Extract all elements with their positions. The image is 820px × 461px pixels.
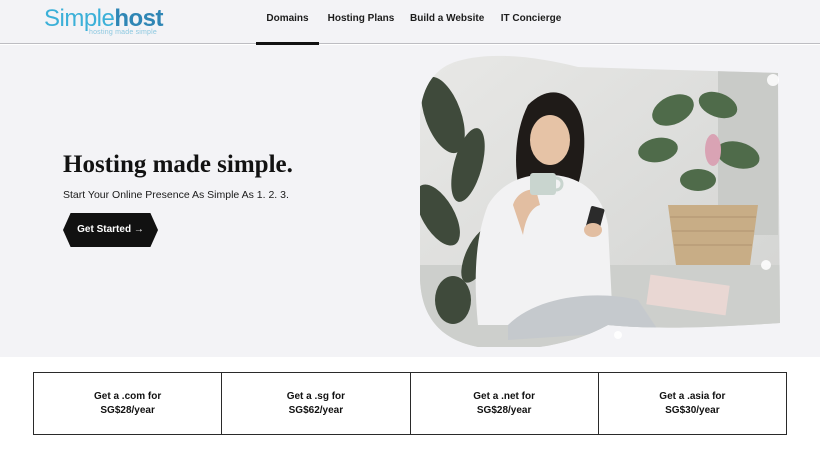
price-card-title: Get a .asia for: [659, 390, 726, 402]
hero-section: Hosting made simple. Start Your Online P…: [0, 45, 820, 357]
hero-title: Hosting made simple.: [63, 151, 293, 178]
price-card-net[interactable]: Get a .net for SG$28/year: [411, 373, 599, 434]
price-card-com[interactable]: Get a .com for SG$28/year: [34, 373, 223, 434]
nav-item-it-concierge[interactable]: IT Concierge: [500, 0, 562, 44]
price-card-asia[interactable]: Get a .asia for SG$30/year: [599, 373, 786, 434]
price-card-title: Get a .sg for: [286, 390, 346, 402]
nav-item-domains[interactable]: Domains: [256, 0, 319, 45]
logo-tagline: hosting made simple: [89, 29, 157, 36]
hero-image: [420, 55, 780, 347]
nav-item-hosting-plans[interactable]: Hosting Plans: [326, 0, 396, 44]
price-card-sg[interactable]: Get a .sg for SG$62/year: [222, 373, 411, 434]
nav-item-build-a-website[interactable]: Build a Website: [410, 0, 484, 44]
domain-pricing-row: Get a .com for SG$28/year Get a .sg for …: [33, 372, 787, 435]
logo-word-host: host: [114, 5, 164, 32]
price-card-title: Get a .com for: [94, 390, 162, 402]
site-header: Simplehost hosting made simple Domains H…: [0, 0, 820, 45]
price-card-price: SG$28/year: [100, 404, 155, 416]
price-card-price: SG$28/year: [476, 404, 532, 416]
hero-subtitle: Start Your Online Presence As Simple As …: [63, 189, 289, 201]
logo-word-simple: Simple: [44, 5, 115, 32]
price-card-price: SG$30/year: [665, 404, 720, 416]
site-logo[interactable]: Simplehost hosting made simple: [44, 6, 174, 38]
price-card-title: Get a .net for: [473, 390, 535, 402]
price-card-price: SG$62/year: [288, 404, 344, 416]
get-started-button-label: Get Started →: [77, 224, 144, 235]
get-started-button[interactable]: Get Started →: [63, 213, 158, 247]
